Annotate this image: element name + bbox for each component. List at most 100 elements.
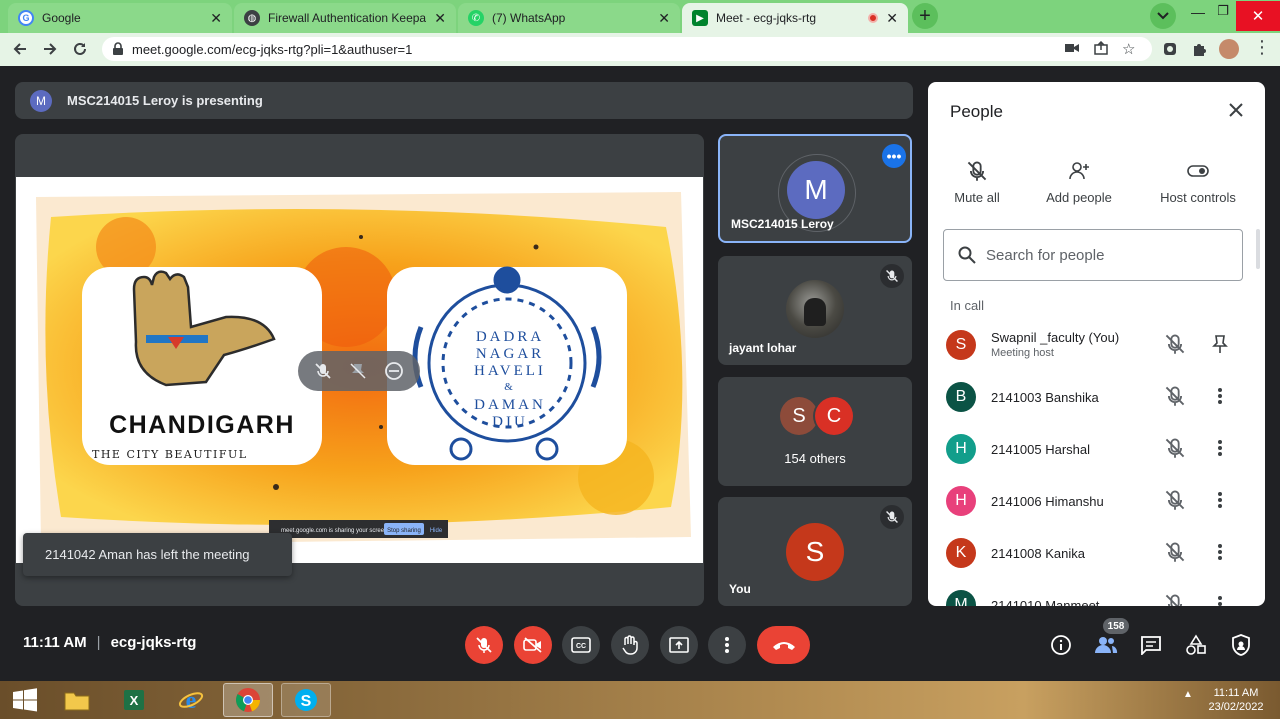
more-vert-icon[interactable] (1210, 437, 1230, 459)
participant-row[interactable]: H 2141005 Harshal (928, 424, 1265, 476)
slide-dadra-line: & (504, 381, 516, 393)
participant-tile-jayant[interactable]: jayant lohar (718, 256, 912, 365)
address-bar[interactable]: meet.google.com/ecg-jqks-rtg?pli=1&authu… (102, 37, 1152, 61)
svg-text:CC: CC (576, 643, 586, 650)
file-explorer-button[interactable] (52, 683, 102, 717)
meeting-code[interactable]: ecg-jqks-rtg (111, 634, 197, 651)
maximize-button[interactable]: ❐ (1212, 3, 1234, 25)
tray-overflow-icon[interactable]: ▲ (1183, 689, 1193, 700)
chat-button[interactable] (1136, 630, 1166, 660)
tab-search-button[interactable] (1150, 3, 1176, 29)
bookmark-star-icon[interactable]: ☆ (1122, 40, 1135, 58)
host-controls-button[interactable]: Host controls (1143, 160, 1253, 205)
minimize-button[interactable]: — (1187, 4, 1209, 26)
mic-off-icon[interactable] (1164, 593, 1186, 606)
activities-button[interactable] (1181, 630, 1211, 660)
mic-off-icon[interactable] (1164, 541, 1186, 563)
raise-hand-button[interactable] (611, 626, 649, 664)
start-button[interactable] (0, 683, 50, 717)
notification-toast: 2141042 Aman has left the meeting (23, 533, 292, 576)
close-tab-icon[interactable]: ✕ (886, 10, 898, 27)
presenting-banner: M MSC214015 Leroy is presenting (15, 82, 913, 119)
host-controls-toolbar-button[interactable] (1226, 630, 1256, 660)
presenter-tile[interactable]: M ••• MSC214015 Leroy (718, 134, 912, 243)
share-icon[interactable] (1094, 41, 1110, 55)
more-vert-icon[interactable] (1210, 385, 1230, 407)
more-options-button[interactable] (708, 626, 746, 664)
participant-name: 2141003 Banshika (991, 390, 1099, 405)
chevron-down-icon (1157, 12, 1169, 20)
leave-call-button[interactable] (757, 626, 810, 664)
mute-all-button[interactable]: Mute all (928, 160, 1032, 205)
meeting-info-button[interactable] (1046, 630, 1076, 660)
hang-up-icon (772, 642, 795, 650)
close-tab-icon[interactable]: ✕ (434, 10, 446, 27)
others-tile[interactable]: S C 154 others (718, 377, 912, 486)
tab-firewall[interactable]: ◍ Firewall Authentication Keepalive ✕ (234, 3, 456, 33)
tab-title: Firewall Authentication Keepalive (268, 11, 427, 25)
back-button[interactable] (8, 37, 32, 61)
show-everyone-button[interactable] (1091, 630, 1121, 660)
close-panel-button[interactable] (1228, 102, 1244, 118)
mic-off-icon[interactable] (1164, 385, 1186, 407)
participant-photo (786, 280, 844, 338)
skype-button[interactable]: S (281, 683, 331, 717)
mic-off-icon[interactable] (1164, 489, 1186, 511)
reload-button[interactable] (68, 37, 92, 61)
more-options-button[interactable]: ••• (882, 144, 906, 168)
chrome-taskbar-button[interactable] (223, 683, 273, 717)
search-people-input[interactable]: Search for people (943, 229, 1243, 281)
toggle-camera-button[interactable] (514, 626, 552, 664)
toggle-mic-button[interactable] (465, 626, 503, 664)
more-vert-icon[interactable] (1210, 489, 1230, 511)
mic-off-icon[interactable] (1164, 333, 1186, 355)
panel-scrollbar[interactable] (1256, 229, 1260, 269)
extension-icon[interactable] (1158, 37, 1182, 61)
extensions-puzzle-icon[interactable] (1187, 37, 1211, 61)
participant-row[interactable]: K 2141008 Kanika (928, 528, 1265, 580)
excel-button[interactable]: X (109, 683, 159, 717)
mic-muted-icon (880, 505, 904, 529)
presenting-text: MSC214015 Leroy is presenting (67, 93, 263, 108)
tab-whatsapp[interactable]: ✆ (7) WhatsApp ✕ (458, 3, 680, 33)
participant-role: Meeting host (991, 347, 1054, 359)
self-tile[interactable]: S You (718, 497, 912, 606)
close-tab-icon[interactable]: ✕ (658, 10, 670, 27)
more-vert-icon[interactable] (1210, 593, 1230, 606)
tab-meet[interactable]: ▶ Meet - ecg-jqks-rtg ✕ (682, 3, 908, 33)
others-avatar-1: S (780, 397, 818, 435)
remove-icon[interactable] (384, 361, 404, 381)
browser-menu-icon[interactable]: ⋮ (1253, 37, 1271, 61)
pin-icon[interactable] (1210, 333, 1230, 355)
system-clock[interactable]: 11:11 AM 23/02/2022 (1200, 686, 1272, 714)
svg-text:e: e (186, 688, 197, 713)
more-vert-icon[interactable] (1210, 541, 1230, 563)
close-tab-icon[interactable]: ✕ (210, 10, 222, 27)
participant-row[interactable]: H 2141006 Himanshu (928, 476, 1265, 528)
camera-icon[interactable] (1065, 42, 1079, 54)
new-tab-button[interactable]: + (912, 3, 938, 29)
slide-dadra-line: HAVELI (474, 363, 546, 379)
chat-icon (1141, 636, 1161, 655)
slide-dadra-line: DADRA (476, 329, 544, 345)
tile-name: You (729, 582, 751, 596)
tab-google[interactable]: G Google ✕ (8, 3, 232, 33)
mic-off-icon[interactable] (1164, 437, 1186, 459)
participant-row[interactable]: M 2141010 Manmeet (928, 580, 1265, 606)
profile-avatar[interactable] (1219, 39, 1239, 59)
search-placeholder: Search for people (986, 246, 1105, 264)
internet-explorer-button[interactable]: e (166, 683, 216, 717)
window-close-button[interactable]: ✕ (1236, 1, 1280, 31)
meeting-time: 11:11 AM (23, 634, 87, 651)
forward-button[interactable] (38, 37, 62, 61)
present-now-button[interactable] (660, 626, 698, 664)
participant-row[interactable]: S Swapnil _faculty (You) Meeting host (928, 320, 1265, 372)
participant-row[interactable]: B 2141003 Banshika (928, 372, 1265, 424)
captions-button[interactable]: CC (562, 626, 600, 664)
clock-date: 23/02/2022 (1208, 701, 1264, 713)
tile-name: jayant lohar (729, 341, 797, 355)
participant-avatar: B (946, 382, 976, 412)
add-people-button[interactable]: Add people (1024, 160, 1134, 205)
unpin-icon[interactable] (349, 362, 367, 380)
mic-off-icon[interactable] (314, 362, 332, 380)
